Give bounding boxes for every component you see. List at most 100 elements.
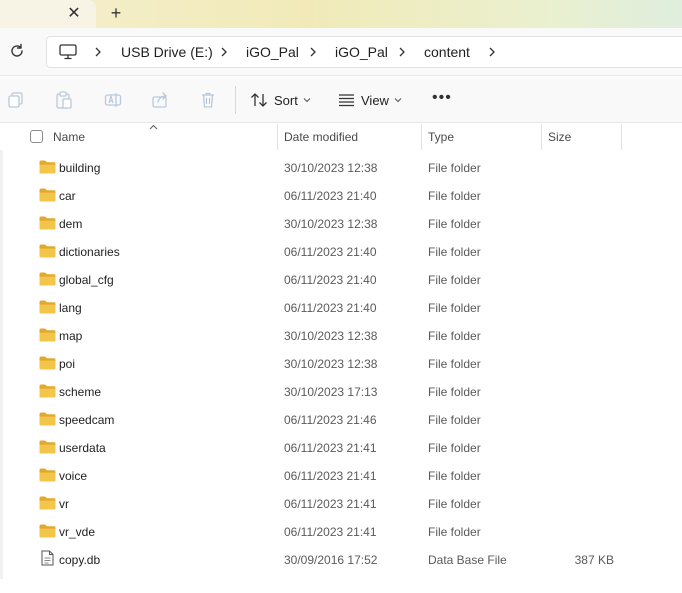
- refresh-icon[interactable]: [8, 42, 26, 60]
- address-bar[interactable]: USB Drive (E:) iGO_Pal iGO_Pal content: [46, 36, 682, 68]
- file-name[interactable]: scheme: [59, 385, 101, 399]
- file-name[interactable]: copy.db: [59, 553, 100, 567]
- file-name[interactable]: speedcam: [59, 413, 114, 427]
- file-date-modified: 30/10/2023 17:13: [284, 385, 378, 399]
- column-divider[interactable]: [541, 124, 542, 150]
- column-divider[interactable]: [621, 124, 622, 150]
- file-row-lang[interactable]: lang 06/11/2023 21:40 File folder: [0, 294, 682, 322]
- file-size: 387 KB: [574, 553, 614, 567]
- column-divider[interactable]: [277, 124, 278, 150]
- file-type: File folder: [428, 525, 481, 539]
- delete-icon[interactable]: [199, 91, 217, 109]
- close-tab-icon[interactable]: ✕: [64, 3, 84, 23]
- file-date-modified: 06/11/2023 21:40: [284, 189, 377, 203]
- file-name[interactable]: dem: [59, 217, 82, 231]
- file-type: File folder: [428, 329, 481, 343]
- file-row-dem[interactable]: dem 30/10/2023 12:38 File folder: [0, 210, 682, 238]
- breadcrumb-igo-pal-1[interactable]: iGO_Pal: [246, 44, 299, 60]
- file-row-voice[interactable]: voice 06/11/2023 21:41 File folder: [0, 462, 682, 490]
- file-type: File folder: [428, 469, 481, 483]
- file-name[interactable]: vr_vde: [59, 525, 95, 539]
- file-type: File folder: [428, 161, 481, 175]
- breadcrumb-usb-drive[interactable]: USB Drive (E:): [121, 44, 213, 60]
- toolbar-separator: [235, 86, 236, 114]
- column-header-date-modified[interactable]: Date modified: [284, 130, 358, 144]
- copy-icon[interactable]: [7, 91, 25, 109]
- chevron-right-icon[interactable]: [397, 46, 407, 58]
- column-header-type[interactable]: Type: [428, 130, 454, 144]
- file-row-global-cfg[interactable]: global_cfg 06/11/2023 21:40 File folder: [0, 266, 682, 294]
- file-type: File folder: [428, 385, 481, 399]
- folder-icon: [39, 300, 56, 314]
- file-row-poi[interactable]: poi 30/10/2023 12:38 File folder: [0, 350, 682, 378]
- file-row-speedcam[interactable]: speedcam 06/11/2023 21:46 File folder: [0, 406, 682, 434]
- file-row-car[interactable]: car 06/11/2023 21:40 File folder: [0, 182, 682, 210]
- file-row-scheme[interactable]: scheme 30/10/2023 17:13 File folder: [0, 378, 682, 406]
- file-row-userdata[interactable]: userdata 06/11/2023 21:41 File folder: [0, 434, 682, 462]
- file-name[interactable]: userdata: [59, 441, 106, 455]
- active-tab[interactable]: ✕: [0, 0, 96, 28]
- breadcrumb-igo-pal-2[interactable]: iGO_Pal: [335, 44, 388, 60]
- view-icon: [339, 94, 354, 107]
- chevron-right-icon[interactable]: [93, 46, 103, 58]
- file-date-modified: 30/10/2023 12:38: [284, 357, 378, 371]
- file-row-map[interactable]: map 30/10/2023 12:38 File folder: [0, 322, 682, 350]
- more-options-icon[interactable]: •••: [432, 90, 452, 106]
- chevron-right-icon[interactable]: [219, 46, 229, 58]
- file-row-building[interactable]: building 30/10/2023 12:38 File folder: [0, 154, 682, 182]
- file-date-modified: 30/09/2016 17:52: [284, 553, 378, 567]
- breadcrumb-content[interactable]: content: [424, 44, 470, 60]
- sort-ascending-icon: [149, 124, 158, 130]
- file-row-dictionaries[interactable]: dictionaries 06/11/2023 21:40 File folder: [0, 238, 682, 266]
- this-pc-icon[interactable]: [59, 44, 77, 60]
- chevron-right-icon[interactable]: [487, 46, 497, 58]
- file-date-modified: 30/10/2023 12:38: [284, 217, 378, 231]
- address-row: USB Drive (E:) iGO_Pal iGO_Pal content: [0, 28, 682, 76]
- paste-icon[interactable]: [55, 91, 73, 109]
- file-type: File folder: [428, 441, 481, 455]
- folder-icon: [39, 272, 56, 286]
- folder-icon: [39, 160, 56, 174]
- tab-strip: ✕ +: [0, 0, 682, 28]
- new-tab-icon[interactable]: +: [106, 3, 126, 23]
- rename-icon[interactable]: [104, 91, 122, 109]
- file-name[interactable]: global_cfg: [59, 273, 114, 287]
- file-name[interactable]: dictionaries: [59, 245, 120, 259]
- folder-icon: [39, 496, 56, 510]
- folder-icon: [39, 384, 56, 398]
- file-name[interactable]: voice: [59, 469, 87, 483]
- column-divider[interactable]: [421, 124, 422, 150]
- file-type: File folder: [428, 357, 481, 371]
- file-date-modified: 06/11/2023 21:40: [284, 301, 377, 315]
- folder-icon: [39, 328, 56, 342]
- file-date-modified: 06/11/2023 21:40: [284, 273, 377, 287]
- file-row-vr[interactable]: vr 06/11/2023 21:41 File folder: [0, 490, 682, 518]
- file-date-modified: 06/11/2023 21:41: [284, 525, 377, 539]
- chevron-right-icon[interactable]: [308, 46, 318, 58]
- sort-button[interactable]: Sort: [250, 88, 311, 112]
- file-name[interactable]: vr: [59, 497, 69, 511]
- folder-icon: [39, 524, 56, 538]
- select-all-checkbox[interactable]: [30, 130, 43, 143]
- file-type: File folder: [428, 497, 481, 511]
- column-header-size[interactable]: Size: [548, 130, 571, 144]
- file-name[interactable]: building: [59, 161, 100, 175]
- folder-icon: [39, 440, 56, 454]
- file-name[interactable]: map: [59, 329, 82, 343]
- view-label: View: [361, 92, 389, 108]
- chevron-down-icon: [303, 98, 311, 103]
- file-row-vr-vde[interactable]: vr_vde 06/11/2023 21:41 File folder: [0, 518, 682, 546]
- file-type: File folder: [428, 245, 481, 259]
- sort-label: Sort: [274, 92, 298, 108]
- view-button[interactable]: View: [338, 88, 402, 112]
- share-icon[interactable]: [151, 91, 169, 109]
- file-type: Data Base File: [428, 553, 507, 567]
- folder-icon: [39, 216, 56, 230]
- folder-icon: [39, 356, 56, 370]
- file-name[interactable]: car: [59, 189, 76, 203]
- file-row-copy-db[interactable]: copy.db 30/09/2016 17:52 Data Base File 387…: [0, 546, 682, 574]
- file-name[interactable]: poi: [59, 357, 75, 371]
- column-header-name[interactable]: Name: [53, 130, 85, 144]
- file-name[interactable]: lang: [59, 301, 82, 315]
- file-date-modified: 06/11/2023 21:41: [284, 469, 377, 483]
